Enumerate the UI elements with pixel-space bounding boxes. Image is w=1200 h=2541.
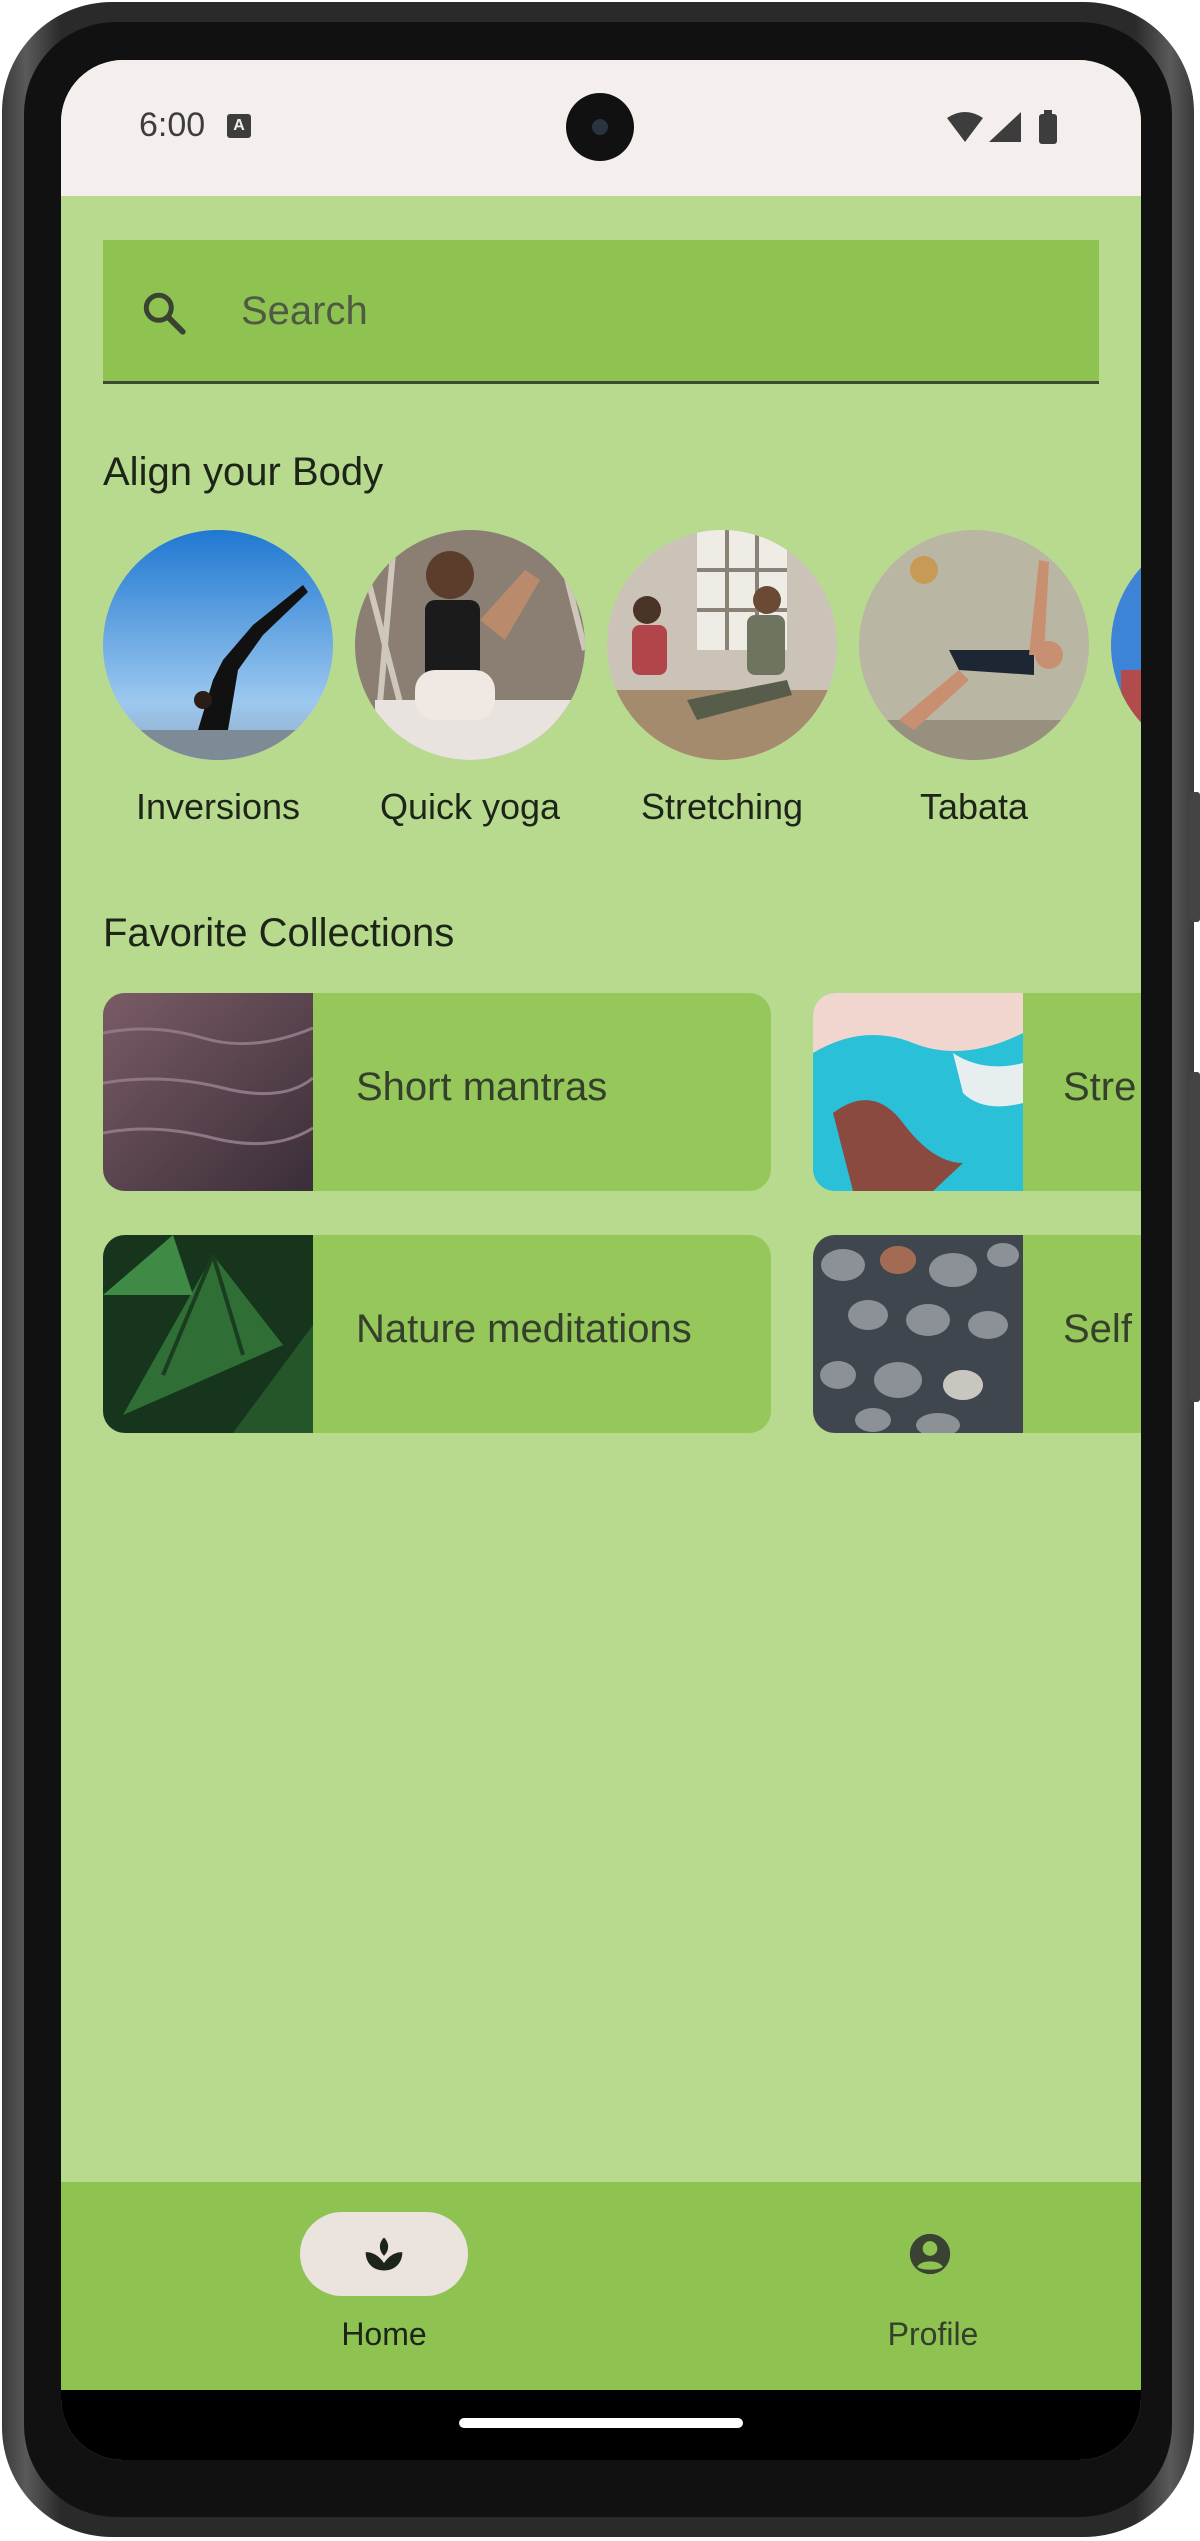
collection-card-nature-meditations[interactable]: Nature meditations: [103, 1235, 771, 1433]
align-item-label: Quick yoga: [379, 786, 561, 827]
search-bar[interactable]: [103, 240, 1099, 384]
collection-label: Short mantras: [356, 1065, 608, 1109]
status-time: 6:00: [139, 106, 206, 144]
battery-icon: [1039, 114, 1057, 144]
nav-item-profile[interactable]: Profile: [768, 2182, 1068, 2390]
align-item-stretching[interactable]: Stretching: [607, 530, 837, 828]
align-item-label: Tabata: [919, 786, 1029, 827]
wifi-icon: [947, 112, 983, 142]
align-item-partial[interactable]: [1111, 530, 1141, 786]
notification-icon: A: [227, 114, 251, 138]
section-title-align-body: Align your Body: [103, 450, 384, 494]
collection-card-self[interactable]: Self: [813, 1235, 1141, 1433]
inversions-image: [103, 530, 333, 760]
nature-meditations-image: [103, 1235, 313, 1433]
stretching-image: [607, 530, 837, 760]
align-item-inversions[interactable]: Inversions: [103, 530, 333, 828]
collection-label: Nature meditations: [356, 1307, 692, 1351]
collection-card-stress[interactable]: Stre: [813, 993, 1141, 1191]
align-item-label: Stretching: [640, 786, 804, 827]
section-title-favorite-collections: Favorite Collections: [103, 911, 455, 955]
collection-label: Stre: [1063, 1065, 1137, 1109]
align-item-tabata[interactable]: Tabata: [859, 530, 1089, 828]
tabata-image: [859, 530, 1089, 760]
align-item-quick-yoga[interactable]: Quick yoga: [355, 530, 585, 828]
volume-button: [1190, 792, 1200, 922]
bottom-navigation: Home Profile: [61, 2182, 1141, 2390]
status-bar: 6:00 A: [61, 60, 1141, 196]
account-circle-icon: [909, 2233, 951, 2275]
collection-label: Self: [1063, 1307, 1132, 1351]
search-icon: [143, 292, 186, 335]
collection-card-short-mantras[interactable]: Short mantras: [103, 993, 771, 1191]
align-item-label: Inversions: [135, 786, 301, 827]
nav-label-home: Home: [341, 2316, 427, 2352]
power-button: [1190, 1072, 1200, 1402]
nav-label-profile: Profile: [887, 2316, 979, 2352]
self-image: [813, 1235, 1023, 1433]
quick-yoga-image: [355, 530, 585, 760]
phone-frame: 6:00 A Align your Body: [2, 2, 1200, 2537]
system-status-icons: [947, 110, 1057, 144]
signal-icon: [989, 112, 1021, 142]
gesture-navigation-area: [61, 2390, 1141, 2460]
search-input[interactable]: [239, 280, 1063, 342]
short-mantras-image: [103, 993, 313, 1191]
nav-item-home[interactable]: Home: [219, 2182, 519, 2390]
gesture-handle[interactable]: [459, 2418, 743, 2428]
front-camera: [566, 93, 634, 161]
stress-image: [813, 993, 1023, 1191]
spa-icon: [365, 2237, 403, 2271]
screen: 6:00 A Align your Body: [61, 60, 1141, 2460]
partial-image: [1111, 530, 1141, 760]
